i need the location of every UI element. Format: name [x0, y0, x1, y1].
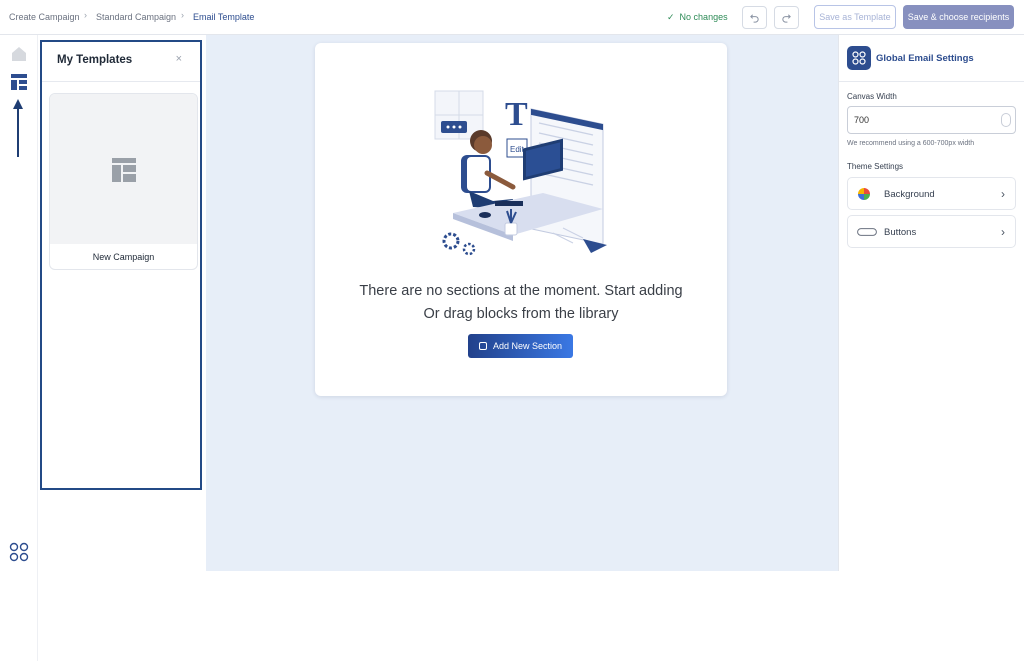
svg-text:Edit: Edit — [510, 145, 525, 154]
email-canvas: T Edit There are no sections at the mome… — [206, 35, 838, 571]
templates-panel: My Templates × New Campaign — [40, 40, 202, 490]
check-icon: ✓ — [667, 12, 675, 22]
redo-button[interactable] — [774, 6, 799, 29]
canvas-width-hint: We recommend using a 600-700px width — [847, 140, 975, 147]
close-icon[interactable]: × — [176, 53, 182, 65]
save-status-text: No changes — [679, 12, 728, 22]
save-as-template-button[interactable]: Save as Template — [814, 5, 896, 29]
empty-state-line-2: Or drag blocks from the library — [423, 306, 619, 322]
templates-panel-header: My Templates × — [42, 42, 200, 82]
buttons-setting-label: Buttons — [884, 227, 917, 238]
breadcrumb-create-campaign[interactable]: Create Campaign — [9, 12, 80, 22]
buttons-setting-row[interactable]: Buttons › — [847, 215, 1016, 248]
undo-icon — [750, 14, 759, 23]
color-wheel-icon — [858, 188, 870, 200]
background-setting-label: Background — [884, 189, 935, 200]
save-and-choose-recipients-button[interactable]: Save & choose recipients — [903, 5, 1014, 29]
breadcrumb-separator: › — [84, 10, 87, 20]
breadcrumb-separator: › — [181, 10, 184, 20]
illustration-person-at-computer: T Edit — [434, 90, 607, 256]
empty-state-line-1: There are no sections at the moment. Sta… — [359, 283, 683, 299]
canvas-width-label: Canvas Width — [847, 92, 897, 101]
canvas-width-value: 700 — [854, 115, 870, 125]
apps-icon[interactable] — [9, 542, 29, 562]
home-icon[interactable] — [9, 44, 29, 64]
svg-text:T: T — [505, 96, 528, 133]
background-setting-row[interactable]: Background › — [847, 177, 1016, 210]
settings-logo-icon — [847, 46, 871, 70]
templates-panel-title: My Templates — [57, 54, 133, 66]
template-card[interactable]: New Campaign — [49, 93, 198, 270]
top-bar: Create Campaign › Standard Campaign › Em… — [0, 0, 1024, 35]
arrow-up-icon — [13, 99, 23, 164]
breadcrumb-standard-campaign[interactable]: Standard Campaign — [96, 12, 176, 22]
add-new-section-button[interactable]: Add New Section — [468, 334, 573, 358]
template-thumbnail — [50, 94, 197, 244]
empty-state-card: T Edit There are no sections at the mome… — [315, 43, 727, 396]
chevron-right-icon: › — [1001, 225, 1005, 239]
theme-settings-label: Theme Settings — [847, 162, 904, 171]
templates-icon[interactable] — [9, 72, 29, 92]
canvas-width-input[interactable]: 700 — [847, 106, 1016, 134]
button-shape-icon — [857, 228, 877, 236]
undo-button[interactable] — [742, 6, 767, 29]
chevron-right-icon: › — [1001, 187, 1005, 201]
add-new-section-label: Add New Section — [492, 341, 563, 351]
layout-icon — [112, 158, 136, 182]
breadcrumb-email-template: Email Template — [193, 12, 255, 22]
template-name: New Campaign — [92, 252, 155, 262]
left-rail — [0, 35, 38, 661]
settings-title: Global Email Settings — [876, 53, 974, 64]
number-stepper-icon[interactable] — [1001, 113, 1011, 127]
settings-header: Global Email Settings — [839, 35, 1024, 82]
section-icon — [478, 342, 487, 350]
save-status: ✓ No changes — [667, 12, 728, 23]
redo-icon — [782, 14, 791, 23]
global-settings-panel: Global Email Settings Canvas Width 700 W… — [838, 35, 1024, 571]
